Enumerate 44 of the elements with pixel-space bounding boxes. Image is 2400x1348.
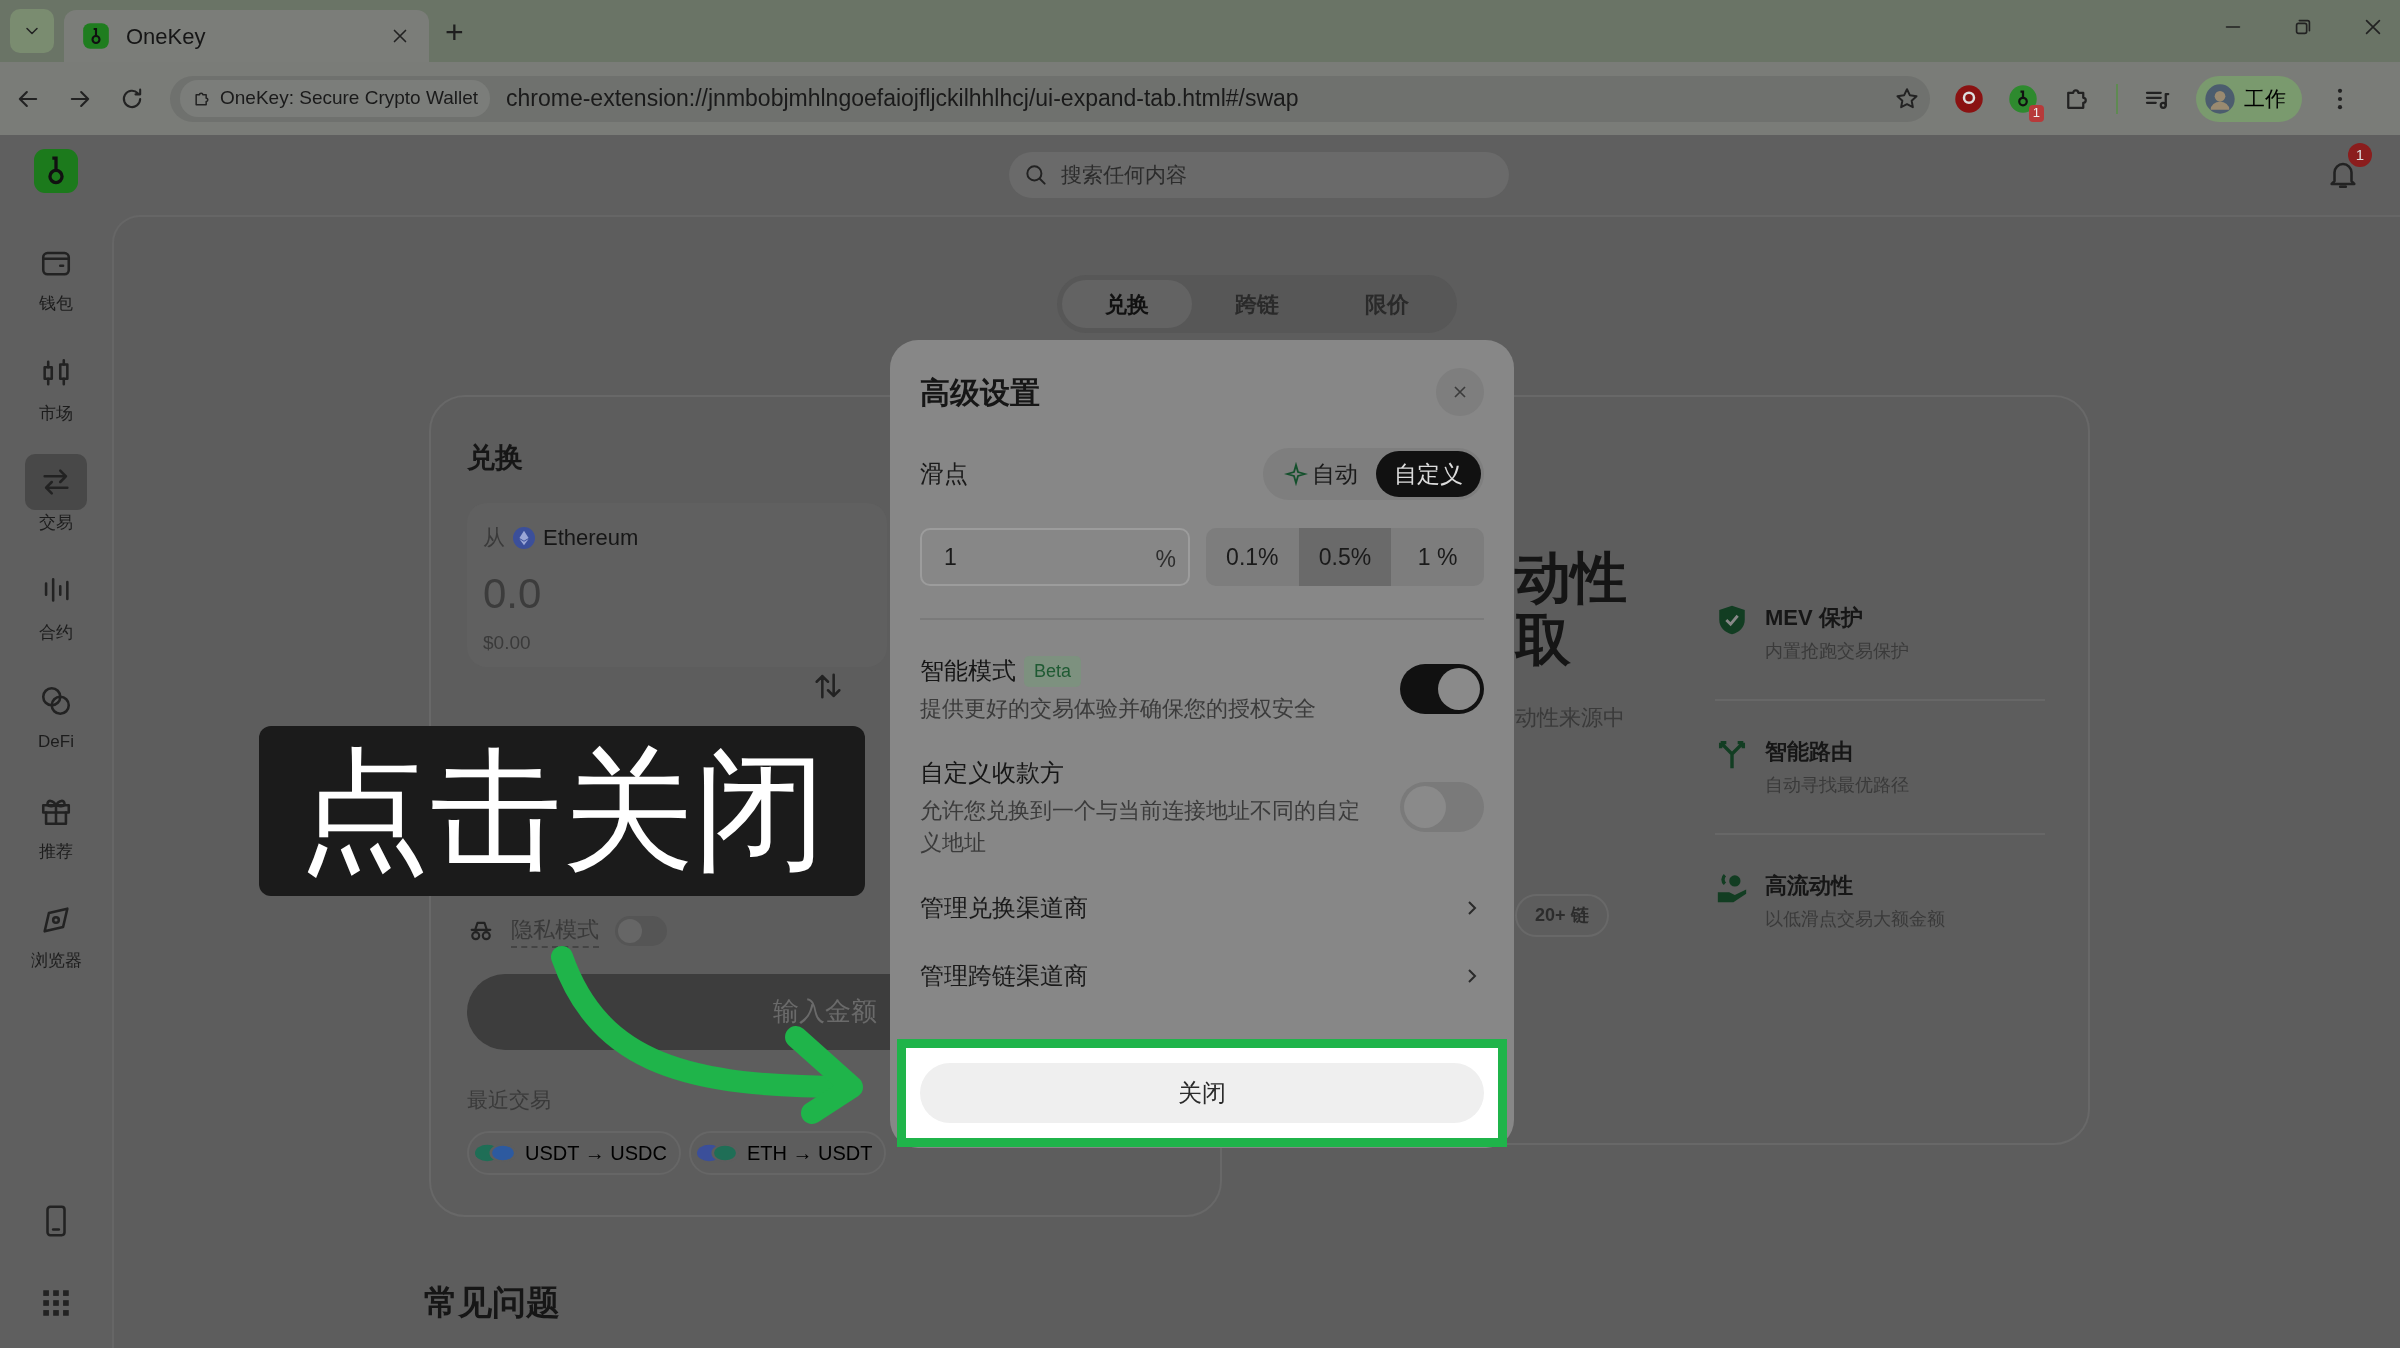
tab-title: OneKey (126, 22, 207, 51)
new-tab-button[interactable]: + (445, 16, 464, 48)
setting-description: 允许您兑换到一个与当前连接地址不同的自定义地址 (920, 796, 1361, 857)
section-heading: 常见问题 (424, 1282, 561, 1323)
caption-text: 点击关闭 (259, 726, 865, 896)
sidebar-item[interactable]: 浏览器 (21, 886, 91, 980)
feature-title: 高流动性 (1765, 872, 1854, 900)
slippage-preset[interactable]: 0.1% (1206, 528, 1299, 586)
sidebar-item[interactable]: DeFi (21, 667, 91, 761)
slippage-mode-tab[interactable]: 自动 (1266, 451, 1376, 497)
sidebar-item[interactable]: 合约 (21, 557, 91, 651)
unit-label: % (1155, 545, 1176, 574)
notification-count: 1 (2028, 105, 2044, 122)
setting-description: 提供更好的交易体验并确保您的授权安全 (920, 695, 1316, 723)
mode-tab[interactable]: 兑换 (1062, 280, 1192, 328)
browser-tab[interactable]: OneKey (64, 10, 429, 62)
recent-trade-chip[interactable]: ETH → USDT (688, 1131, 887, 1175)
site-name: OneKey: Secure Crypto Wallet (220, 86, 478, 111)
sidebar-item[interactable]: 市场 (21, 338, 91, 432)
url-text: chrome-extension://jnmbobjmhlngoefaiojfljckilhhlhcj/ui-expand-tab.html#/swap (506, 84, 1300, 114)
card-title: 兑换 (467, 441, 523, 475)
slippage-mode-tab[interactable]: 自定义 (1376, 451, 1481, 497)
slippage-label: 滑点 (920, 459, 968, 489)
headline-text: 取 (1515, 609, 1572, 671)
notification-count: 1 (2348, 143, 2372, 167)
address-bar[interactable]: OneKey: Secure Crypto Wallet chrome-extension://jnmbobjmhlngoefaiojfljckilhhlhcj/ui-expand-tab.html#/swap (170, 75, 1930, 122)
profile-button[interactable]: 工作 (2196, 75, 2302, 122)
close-button[interactable]: 关闭 (920, 1062, 1484, 1123)
site-info-chip[interactable]: OneKey: Secure Crypto Wallet (180, 80, 490, 117)
slippage-preset[interactable]: 1 % (1391, 528, 1484, 586)
sidebar-item[interactable]: 钱包 (21, 229, 91, 323)
sidebar-item[interactable]: 推荐 (21, 776, 91, 870)
beta-tag: Beta (1024, 655, 1082, 687)
network-name: Ethereum (543, 524, 639, 552)
feature-title: MEV 保护 (1765, 604, 1864, 632)
dialog-title: 高级设置 (920, 374, 1040, 411)
headline-text: 动性 (1515, 547, 1628, 609)
setting-title: 自定义收款方 (920, 757, 1064, 788)
feature-title: 智能路由 (1765, 738, 1854, 766)
menu-row[interactable]: 管理兑换渠道商 (920, 873, 1484, 942)
recent-trade-chip[interactable]: USDT → USDC (467, 1131, 681, 1175)
slippage-preset[interactable]: 0.5% (1298, 528, 1392, 586)
setting-title: 智能模式 (920, 656, 1016, 686)
search-field[interactable]: 搜索任何内容 (1009, 152, 1509, 198)
